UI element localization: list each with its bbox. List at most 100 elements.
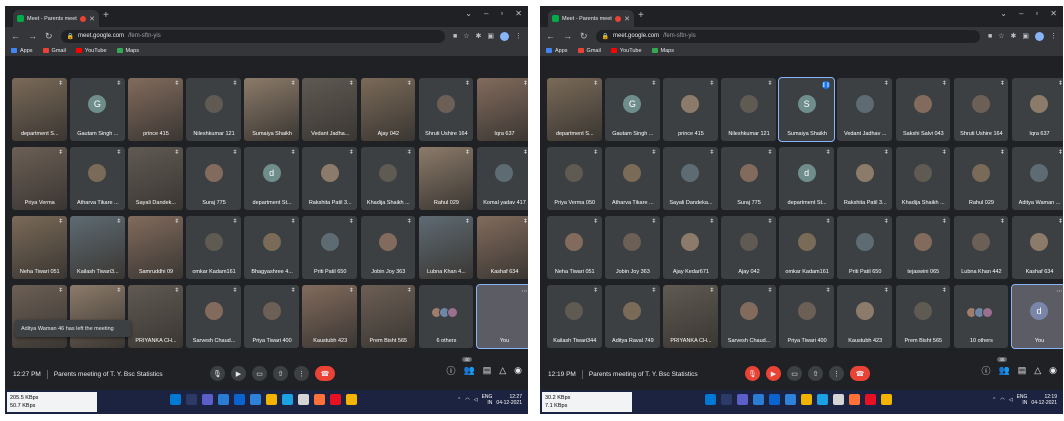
participant-tile[interactable]: ǂ Priya Verma 050 [547, 147, 602, 210]
participant-tile[interactable]: S ❙❙ Sumaiya Shaikh [778, 77, 835, 142]
close-tab-icon[interactable]: ✕ [89, 15, 95, 23]
mail-icon[interactable] [282, 394, 293, 405]
participant-tile[interactable]: ǂ Lubna Khan 4... [418, 216, 474, 279]
people-button[interactable]: 45 👥 [997, 357, 1010, 376]
participant-tile[interactable]: ǂ Prem Bisht 565 [360, 285, 416, 348]
camera-indicator-icon[interactable]: ■ [453, 33, 457, 40]
participant-tile[interactable]: ǂ Neha Tiwari 051 [547, 216, 602, 279]
camera-indicator-icon[interactable]: ■ [988, 33, 992, 40]
participant-tile[interactable]: ǂ Sarvesh Chaud... [186, 285, 241, 348]
browser-tab[interactable]: Meet - Parents meeting of T.Y. ✕ [548, 10, 634, 27]
bookmark-star-icon[interactable]: ☆ [463, 32, 469, 40]
people-button[interactable]: 40 👥 [462, 357, 475, 376]
participant-tile[interactable]: ǂ Suraj 775 [186, 147, 241, 210]
reload-icon[interactable]: ↻ [580, 31, 588, 42]
word-icon[interactable] [218, 394, 229, 405]
captions-button[interactable]: ▭ [787, 366, 802, 381]
participant-tile[interactable]: ǂ prince 415 [663, 78, 718, 141]
word-icon[interactable] [753, 394, 764, 405]
minimize-button[interactable]: – [1019, 9, 1023, 18]
participant-tile[interactable]: ǂ Aditya Waman ... [1011, 147, 1063, 210]
participant-tile[interactable]: ǂ Sayali Dandeka... [663, 147, 718, 210]
bookmark-gmail[interactable]: Gmail [42, 48, 66, 54]
close-window-button[interactable]: ✕ [1050, 9, 1057, 18]
participant-tile[interactable]: ǂ PRIYANKA CH... [128, 285, 183, 348]
windows-start-icon[interactable] [170, 394, 181, 405]
participant-tile[interactable]: ǂ Neha Tiwari 051 [12, 216, 67, 279]
teams-icon[interactable] [737, 394, 748, 405]
participant-tile[interactable]: ǂ Priti Patil 650 [837, 216, 892, 279]
participant-tile[interactable]: ǂ Kaustubh 423 [837, 285, 892, 348]
participant-tile[interactable]: ǂ [70, 285, 125, 348]
leave-call-button[interactable]: ☎ [315, 366, 335, 381]
participant-tile[interactable]: ǂ Lubna Khan 442 [953, 216, 1009, 279]
bookmark-apps[interactable]: Apps [11, 48, 33, 54]
opera-icon[interactable] [330, 394, 341, 405]
search-icon[interactable] [721, 394, 732, 405]
store-icon[interactable] [250, 394, 261, 405]
omnibox[interactable]: 🔒 meet.google.com/fem-sftn-yis [60, 29, 445, 43]
participant-tile[interactable]: ǂ Khadija Shaikh ... [895, 147, 951, 210]
firefox-icon[interactable] [314, 394, 325, 405]
participant-tile[interactable]: ǂ Ajay 042 [360, 78, 416, 141]
edge-icon[interactable] [234, 394, 245, 405]
bookmark-star-icon[interactable]: ☆ [998, 32, 1004, 40]
participant-tile[interactable]: ǂ Khadija Shaikh ... [360, 147, 416, 210]
wifi-icon[interactable]: ◠ [1000, 397, 1004, 403]
participant-tile[interactable]: ǂ Prem Bisht 565 [895, 285, 951, 348]
notepad-icon[interactable] [298, 394, 309, 405]
participant-tile[interactable]: ǂ department S... [547, 78, 602, 141]
participant-tile[interactable]: ǂ Rahul 029 [418, 147, 474, 210]
meeting-details-icon[interactable]: ⓘ [446, 364, 455, 377]
activities-icon[interactable]: △ [1034, 365, 1041, 376]
participant-tile[interactable]: ǂ Sumaiya Shaikh [244, 78, 299, 141]
participant-tile[interactable]: ǂ Priti Patil 650 [302, 216, 357, 279]
participant-tile[interactable]: ǂ Shruti Ushire 164 [953, 78, 1009, 141]
participant-tile[interactable]: ǂ Nileshkumar 121 [186, 78, 241, 141]
participant-tile[interactable]: ǂ tejaswini 065 [895, 216, 951, 279]
participant-tile[interactable]: ǂ Ajay 042 [721, 216, 776, 279]
participant-tile[interactable]: ⋯ You [475, 284, 528, 349]
participant-tile[interactable]: ǂ Ajay Kedar671 [663, 216, 718, 279]
participant-tile[interactable]: ǂ Bhagyashree 4... [244, 216, 299, 279]
search-icon[interactable] [186, 394, 197, 405]
participant-tile[interactable]: ǂ Kashaf 634 [1011, 216, 1063, 279]
wifi-icon[interactable]: ◠ [465, 397, 469, 403]
camera-button[interactable]: ▶ [231, 366, 246, 381]
back-icon[interactable]: ← [546, 31, 555, 41]
system-clock[interactable]: 12:27 04-12-2021 [496, 394, 522, 406]
present-button[interactable]: ⇧ [808, 366, 823, 381]
participant-tile[interactable]: ǂ omkar Kadam161 [779, 216, 834, 279]
mail-icon[interactable] [817, 394, 828, 405]
participant-tile[interactable]: ǂ department S... [12, 78, 67, 141]
participant-tile[interactable]: ǂ Aditya Raval 749 [605, 285, 660, 348]
host-controls-icon[interactable]: ◉ [514, 365, 522, 376]
participant-tile[interactable]: d ǂ department St... [779, 147, 834, 210]
participant-tile[interactable]: ǂ Vedant Jadhav ... [837, 78, 892, 141]
participant-tile[interactable]: ǂ Jobin Joy 363 [360, 216, 416, 279]
teams-icon[interactable] [202, 394, 213, 405]
lock-icon[interactable]: 🔒 [67, 33, 74, 40]
participant-tile[interactable]: ǂ omkar Kadam161 [186, 216, 241, 279]
participant-tile[interactable]: ǂ Shruti Ushire 164 [418, 78, 474, 141]
tab-search-icon[interactable]: ⌄ [465, 9, 472, 18]
volume-icon[interactable]: ◁ [1009, 397, 1013, 403]
close-window-button[interactable]: ✕ [515, 9, 522, 18]
back-icon[interactable]: ← [11, 31, 20, 41]
reading-list-icon[interactable]: ▣ [1022, 32, 1029, 40]
chrome-menu-icon[interactable]: ⋮ [515, 32, 522, 40]
maximize-button[interactable]: ▫ [500, 9, 503, 18]
chat-icon[interactable]: ▤ [1018, 365, 1027, 376]
activities-icon[interactable]: △ [499, 365, 506, 376]
camera-button[interactable]: ▶ [766, 366, 781, 381]
bookmark-apps[interactable]: Apps [546, 48, 568, 54]
close-tab-icon[interactable]: ✕ [624, 15, 630, 23]
participant-tile[interactable]: ǂ [12, 285, 67, 348]
language-indicator[interactable]: ENG IN [1017, 394, 1028, 406]
new-tab-button[interactable]: + [638, 10, 644, 21]
participant-tile[interactable]: ǂ Priya Verma [12, 147, 67, 210]
bookmark-youtube[interactable]: YouTube [75, 48, 107, 54]
participant-tile[interactable]: ǂ Komal yadav 417 [476, 147, 528, 210]
forward-icon[interactable]: → [28, 31, 37, 41]
participant-tile[interactable]: ǂ Rakshita Patil 3... [837, 147, 892, 210]
